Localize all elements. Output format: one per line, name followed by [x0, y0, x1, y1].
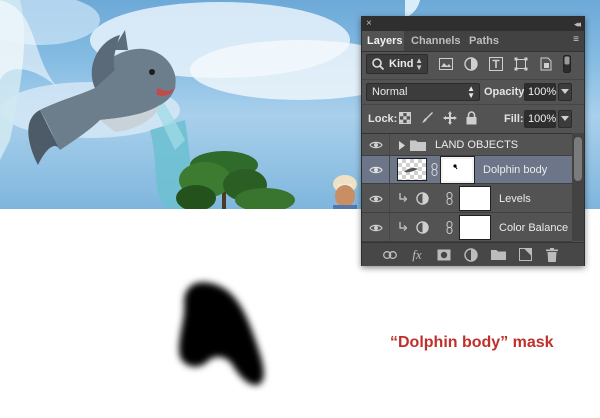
layer-row-land-objects[interactable]: LAND OBJECTS — [362, 134, 572, 156]
opacity-label: Opacity: — [484, 86, 529, 98]
opacity-dropdown-icon[interactable] — [558, 83, 572, 101]
delete-layer-icon[interactable] — [544, 247, 560, 262]
tab-channels[interactable]: Channels — [406, 31, 462, 51]
eye-icon[interactable] — [368, 221, 384, 235]
chevron-updown-icon: ▲ ▼ — [415, 56, 423, 72]
expand-triangle-icon[interactable] — [397, 139, 407, 151]
collapse-icon[interactable]: ◂◂ — [574, 17, 581, 31]
filter-toggle-icon[interactable] — [561, 54, 573, 74]
lock-all-icon[interactable] — [464, 110, 478, 125]
clipping-arrow-icon — [398, 221, 408, 233]
new-layer-icon[interactable] — [517, 247, 533, 262]
search-icon — [371, 57, 385, 74]
filter-kind-select[interactable]: Kind ▲ ▼ — [366, 54, 428, 74]
blend-mode-select[interactable]: Normal ▲ ▼ — [366, 83, 480, 101]
clipping-arrow-icon — [398, 192, 408, 204]
layer-mask-thumbnail[interactable] — [459, 186, 491, 211]
chevron-updown-icon: ▲ ▼ — [467, 84, 475, 100]
eye-icon[interactable] — [368, 192, 384, 206]
lock-image-pixels-icon[interactable] — [420, 111, 434, 125]
layers-panel: × ◂◂ Layers Channels Paths ≡ Kind ▲ ▼ No… — [361, 16, 585, 266]
layer-name: LAND OBJECTS — [435, 139, 519, 151]
fill-dropdown-icon[interactable] — [558, 110, 572, 128]
scrollbar-thumb[interactable] — [574, 137, 582, 181]
layer-row-color-balance[interactable]: Color Balance — [362, 213, 572, 242]
type-filter-icon[interactable] — [488, 56, 504, 72]
folder-icon — [410, 138, 426, 152]
close-icon[interactable]: × — [366, 17, 372, 31]
layer-list-scrollbar[interactable] — [572, 133, 584, 241]
link-layers-icon[interactable] — [382, 247, 398, 262]
lock-row: Lock: Fill: 100% — [362, 104, 584, 131]
layer-mask-thumbnail[interactable] — [441, 157, 474, 183]
layer-name: Levels — [499, 193, 531, 205]
image-filter-icon[interactable] — [438, 56, 454, 72]
fx-icon[interactable]: fx — [409, 247, 425, 262]
lock-position-icon[interactable] — [442, 110, 457, 125]
layer-thumbnail[interactable] — [397, 158, 427, 181]
layer-name: Color Balance — [499, 222, 569, 234]
visibility-divider — [389, 134, 390, 155]
mask-link-icon[interactable] — [431, 163, 438, 179]
opacity-input[interactable]: 100% — [524, 83, 556, 101]
layer-row-dolphin-body[interactable]: Dolphin body — [362, 156, 572, 184]
tab-layers[interactable]: Layers — [362, 31, 404, 51]
adjustment-layer-icon — [415, 191, 429, 205]
panel-bottom-bar: fx — [362, 242, 584, 266]
new-group-icon[interactable] — [490, 247, 506, 262]
shape-filter-icon[interactable] — [513, 56, 529, 72]
blend-row: Normal ▲ ▼ Opacity: 100% — [362, 79, 584, 102]
layer-mask-thumbnail[interactable] — [459, 215, 491, 240]
lock-transparent-pixels-icon[interactable] — [398, 111, 412, 125]
mask-link-icon[interactable] — [446, 221, 453, 237]
mask-caption: “Dolphin body” mask — [390, 334, 554, 351]
layer-name: Dolphin body — [483, 164, 548, 176]
fill-label: Fill: — [504, 113, 524, 125]
adjustment-layer-icon — [415, 220, 429, 234]
tab-paths[interactable]: Paths — [464, 31, 504, 51]
visibility-divider — [389, 213, 390, 241]
layer-row-levels[interactable]: Levels — [362, 184, 572, 213]
layer-list: LAND OBJECTS Dolphin body Levels Color B… — [362, 133, 572, 242]
lock-label: Lock: — [368, 113, 398, 125]
layer-filter-row: Kind ▲ ▼ — [362, 54, 584, 76]
panel-menu-icon[interactable]: ≡ — [573, 34, 579, 46]
add-mask-icon[interactable] — [436, 247, 452, 262]
filter-kind-label: Kind — [389, 58, 414, 70]
smart-object-filter-icon[interactable] — [538, 56, 554, 72]
fill-input[interactable]: 100% — [524, 110, 556, 128]
eye-icon[interactable] — [368, 138, 384, 152]
new-adjustment-icon[interactable] — [463, 247, 479, 262]
visibility-divider — [389, 156, 390, 183]
panel-tabbar: Layers Channels Paths ≡ — [362, 31, 584, 52]
eye-icon[interactable] — [368, 163, 384, 177]
panel-titlebar[interactable]: × ◂◂ — [362, 17, 584, 31]
opacity-value: 100% — [528, 86, 557, 98]
visibility-divider — [389, 184, 390, 212]
fill-value: 100% — [528, 113, 557, 125]
blend-mode-value: Normal — [372, 86, 408, 98]
adjustment-filter-icon[interactable] — [463, 56, 479, 72]
mask-link-icon[interactable] — [446, 192, 453, 208]
